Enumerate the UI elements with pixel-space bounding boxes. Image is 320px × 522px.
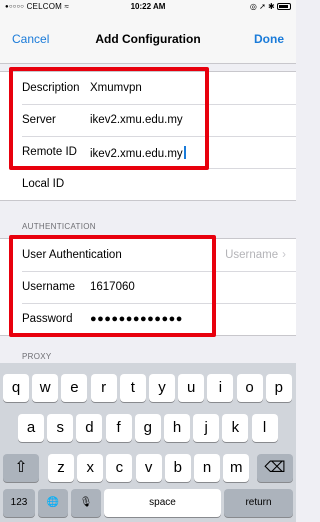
key-t[interactable]: t [119, 374, 146, 402]
key-c[interactable]: c [106, 454, 133, 482]
connection-highlight-box [9, 67, 209, 170]
alarm-location-bluetooth-icons: ◎ ➚ ✱ [249, 2, 275, 11]
key-l[interactable]: l [251, 414, 278, 442]
return-key[interactable]: return [224, 489, 293, 517]
key-p[interactable]: p [265, 374, 292, 402]
user-authentication-selected: Username [225, 249, 279, 261]
key-s[interactable]: s [47, 414, 74, 442]
globe-icon[interactable]: 🌐 [38, 489, 68, 517]
shift-key[interactable]: ⇧ [3, 454, 39, 482]
key-a[interactable]: a [18, 414, 44, 442]
space-key[interactable]: space [104, 489, 221, 517]
key-w[interactable]: w [32, 374, 59, 402]
key-x[interactable]: x [77, 454, 104, 482]
key-g[interactable]: g [134, 414, 161, 442]
key-y[interactable]: y [149, 374, 175, 402]
key-h[interactable]: h [164, 414, 190, 442]
key-b[interactable]: b [164, 454, 191, 482]
status-right-icons: ◎ ➚ ✱ [250, 2, 291, 11]
key-r[interactable]: r [90, 374, 117, 402]
key-z[interactable]: z [48, 454, 74, 482]
local-id-label: Local ID [22, 178, 65, 190]
battery-icon [277, 3, 291, 10]
chevron-right-icon: › [282, 249, 286, 261]
key-d[interactable]: d [76, 414, 103, 442]
proxy-section-header: PROXY [22, 352, 52, 361]
key-m[interactable]: m [223, 454, 250, 482]
authentication-highlight-box [9, 235, 216, 337]
local-id-row[interactable]: Local ID [0, 168, 296, 200]
authentication-section-header: AUTHENTICATION [22, 222, 96, 231]
key-e[interactable]: e [61, 374, 88, 402]
done-button[interactable]: Done [254, 32, 284, 46]
key-v[interactable]: v [135, 454, 162, 482]
key-k[interactable]: k [222, 414, 249, 442]
delete-key[interactable]: ⌫ [257, 454, 293, 482]
microphone-icon[interactable]: 🎙 [71, 489, 101, 517]
onscreen-keyboard: qwertyuiop asdfghjkl zxcvbnm ⇧ ⌫ 123 🌐 🎙… [0, 363, 296, 522]
numbers-key[interactable]: 123 [3, 489, 35, 517]
status-bar: ●○○○○ CELCOM ≈ 10:22 AM ◎ ➚ ✱ [0, 0, 296, 14]
key-o[interactable]: o [236, 374, 263, 402]
key-u[interactable]: u [178, 374, 205, 402]
key-j[interactable]: j [193, 414, 220, 442]
user-authentication-value[interactable]: Username › [225, 249, 286, 261]
key-q[interactable]: q [3, 374, 29, 402]
key-n[interactable]: n [194, 454, 220, 482]
key-f[interactable]: f [105, 414, 132, 442]
navigation-bar: Cancel Add Configuration Done [0, 14, 296, 64]
key-i[interactable]: i [207, 374, 234, 402]
page-title: Add Configuration [95, 32, 201, 46]
